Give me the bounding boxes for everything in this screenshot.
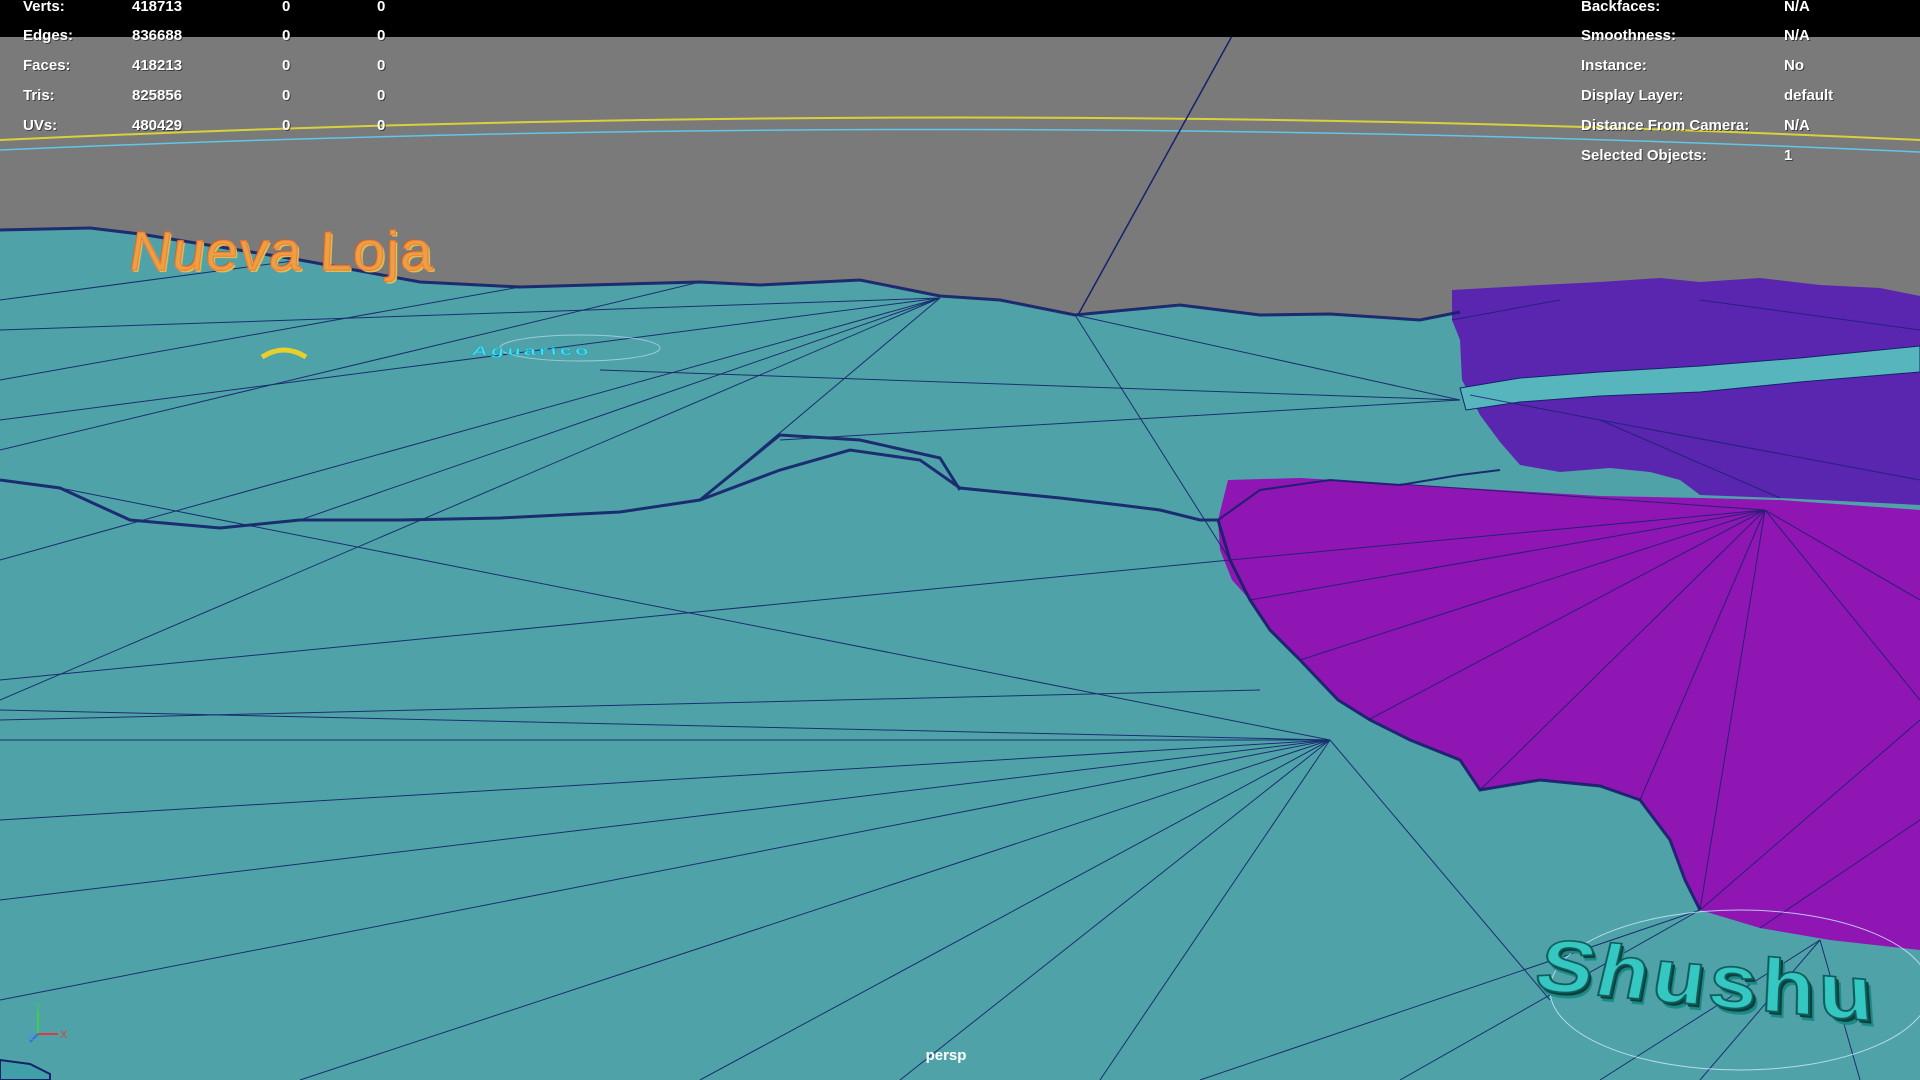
- axis-z-label: Z: [28, 1032, 34, 1043]
- hud-total: 480429: [132, 117, 183, 134]
- hud-extra: 0: [377, 87, 386, 104]
- hud-selected: 0: [282, 87, 291, 104]
- hud-value: No: [1784, 57, 1804, 74]
- hud-value: N/A: [1784, 27, 1810, 44]
- axis-gizmo-icon: Y X Z: [28, 1001, 68, 1043]
- axis-x-label: X: [60, 1029, 68, 1041]
- hud-value: N/A: [1784, 117, 1810, 134]
- hud-label: Tris:: [23, 87, 55, 104]
- city-label-nueva-loja[interactable]: Nueva Loja: [124, 221, 434, 284]
- object-details-hud: Backfaces: N/A Smoothness: N/A Instance:…: [1560, 0, 1920, 170]
- hud-label: Smoothness:: [1581, 27, 1677, 44]
- perspective-viewport[interactable]: Nueva Loja Aguarico Shushu Verts: 418713…: [0, 0, 1920, 1080]
- hud-label: Faces:: [23, 57, 71, 74]
- hud-extra: 0: [377, 57, 386, 74]
- hud-total: 825856: [132, 87, 183, 104]
- axis-y-label: Y: [35, 1001, 41, 1011]
- hud-total: 836688: [132, 27, 183, 44]
- hud-extra: 0: [377, 27, 386, 44]
- hud-selected: 0: [282, 117, 291, 134]
- camera-name-label: persp: [925, 1047, 967, 1064]
- hud-label: UVs:: [23, 117, 58, 134]
- hud-selected: 0: [282, 27, 291, 44]
- hud-label: Display Layer:: [1581, 87, 1684, 104]
- poly-count-hud: Verts: 418713 0 0 Edges: 836688 0 0 Face…: [0, 0, 420, 140]
- hud-value: default: [1784, 87, 1834, 104]
- hud-label: Selected Objects:: [1581, 147, 1707, 164]
- hud-selected: 0: [282, 0, 291, 15]
- hud-label: Verts:: [23, 0, 65, 15]
- city-label-small[interactable]: Aguarico: [469, 343, 593, 359]
- hud-total: 418713: [132, 0, 183, 15]
- hud-selected: 0: [282, 57, 291, 74]
- hud-extra: 0: [377, 117, 386, 134]
- hud-label: Edges:: [23, 27, 74, 44]
- hud-total: 418213: [132, 57, 183, 74]
- hud-value: N/A: [1784, 0, 1810, 15]
- hud-label: Backfaces:: [1581, 0, 1661, 15]
- hud-label: Distance From Camera:: [1581, 117, 1750, 134]
- hud-extra: 0: [377, 0, 386, 15]
- hud-value: 1: [1784, 147, 1793, 164]
- hud-label: Instance:: [1581, 57, 1647, 74]
